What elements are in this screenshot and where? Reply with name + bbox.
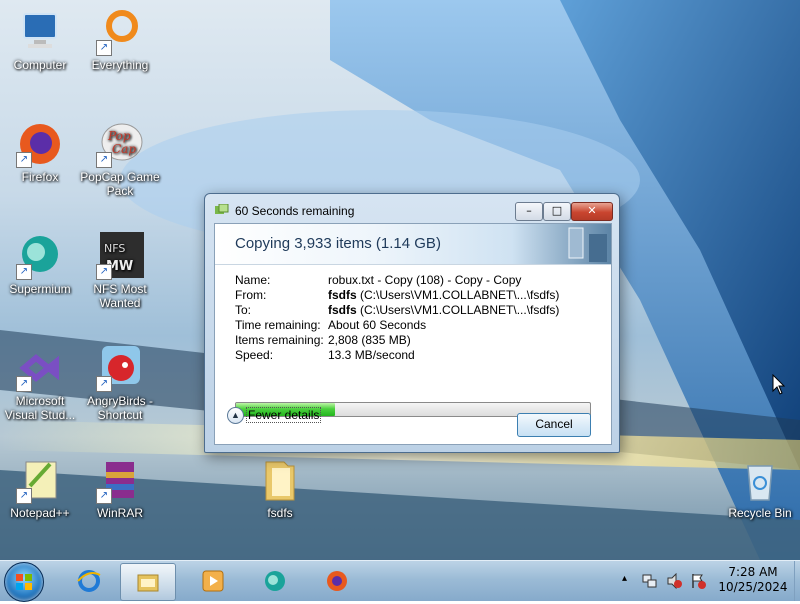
taskbar-firefox[interactable] bbox=[310, 563, 364, 599]
desktop-icon-everything[interactable]: ↗ Everything bbox=[80, 8, 160, 72]
supermium-icon: ↗ bbox=[16, 232, 64, 280]
clock-date: 10/25/2024 bbox=[718, 580, 788, 594]
minimize-button[interactable]: – bbox=[515, 202, 543, 221]
folder-icon bbox=[256, 456, 304, 504]
taskbar-supermium[interactable] bbox=[248, 563, 302, 599]
firefox-icon: ↗ bbox=[16, 120, 64, 168]
computer-icon bbox=[16, 8, 64, 56]
popcap-icon: Pop Cap ↗ bbox=[96, 120, 144, 168]
winrar-icon: ↗ bbox=[96, 456, 144, 504]
desktop-icon-visual-studio[interactable]: ↗ Microsoft Visual Stud... bbox=[0, 344, 80, 422]
shortcut-arrow-icon: ↗ bbox=[16, 376, 32, 392]
internet-explorer-icon bbox=[77, 570, 101, 592]
desktop-icon-notepadpp[interactable]: ↗ Notepad++ bbox=[0, 456, 80, 520]
taskbar-media-player[interactable] bbox=[186, 563, 240, 599]
visual-studio-icon: ↗ bbox=[16, 344, 64, 392]
desktop-icon-firefox[interactable]: ↗ Firefox bbox=[0, 120, 80, 184]
fewer-details-label: Fewer details bbox=[246, 407, 322, 423]
detail-row-name: Name: robux.txt - Copy (108) - Copy - Cop… bbox=[235, 273, 522, 287]
volume-muted-icon[interactable] bbox=[666, 573, 682, 589]
dialog-header: Copying 3,933 items (1.14 GB) bbox=[215, 224, 611, 265]
cancel-button[interactable]: Cancel bbox=[517, 413, 591, 437]
shortcut-arrow-icon: ↗ bbox=[96, 264, 112, 280]
nfs-icon: NFS MW ↗ bbox=[96, 232, 144, 280]
show-desktop-button[interactable] bbox=[794, 561, 800, 601]
desktop-icon-angry-birds[interactable]: ↗ AngryBirds - Shortcut bbox=[80, 344, 160, 422]
shortcut-arrow-icon: ↗ bbox=[96, 40, 112, 56]
shortcut-arrow-icon: ↗ bbox=[96, 152, 112, 168]
svg-text:NFS: NFS bbox=[104, 242, 125, 255]
dialog-titlebar[interactable]: 60 Seconds remaining – □ ✕ bbox=[205, 194, 619, 224]
desktop-icon-winrar[interactable]: ↗ WinRAR bbox=[80, 456, 160, 520]
mouse-cursor-icon bbox=[772, 374, 786, 395]
detail-row-items: Items remaining: 2,808 (835 MB) bbox=[235, 333, 411, 347]
detail-row-from: From: fsdfs (C:\Users\VM1.COLLABNET\...\f… bbox=[235, 288, 560, 302]
action-center-icon[interactable] bbox=[690, 573, 706, 589]
detail-row-speed: Speed: 13.3 MB/second bbox=[235, 348, 415, 362]
taskbar-internet-explorer[interactable] bbox=[62, 563, 116, 599]
firefox-icon bbox=[327, 571, 347, 591]
taskbar-file-explorer[interactable] bbox=[120, 563, 176, 601]
supermium-icon bbox=[265, 571, 285, 591]
svg-text:Cap: Cap bbox=[112, 142, 136, 156]
from-folder-link[interactable]: fsdfs bbox=[328, 288, 357, 302]
clock-time: 7:28 AM bbox=[728, 565, 778, 579]
everything-icon: ↗ bbox=[96, 8, 144, 56]
media-player-icon bbox=[202, 570, 224, 592]
taskbar: ▴ 7:28 AM 10/25/2024 bbox=[0, 560, 800, 602]
copy-files-icon bbox=[215, 204, 229, 214]
start-button[interactable] bbox=[4, 562, 44, 602]
svg-text:Pop: Pop bbox=[107, 129, 131, 143]
to-folder-link[interactable]: fsdfs bbox=[328, 303, 357, 317]
file-explorer-icon bbox=[137, 574, 159, 592]
shortcut-arrow-icon: ↗ bbox=[16, 152, 32, 168]
windows-logo-icon bbox=[16, 574, 32, 590]
shortcut-arrow-icon: ↗ bbox=[16, 488, 32, 504]
chevron-up-icon: ▲ bbox=[227, 407, 244, 425]
desktop-icon-computer[interactable]: Computer bbox=[0, 8, 80, 72]
notepadpp-icon: ↗ bbox=[16, 456, 64, 504]
desktop-icon-popcap[interactable]: Pop Cap ↗ PopCap Game Pack bbox=[80, 120, 160, 198]
dialog-title: 60 Seconds remaining bbox=[235, 204, 355, 218]
copy-details: Name: robux.txt - Copy (108) - Copy - Cop… bbox=[235, 273, 559, 363]
network-icon[interactable] bbox=[642, 573, 658, 589]
show-hidden-icons-button[interactable]: ▴ bbox=[622, 573, 627, 584]
desktop-icon-fsdfs-folder[interactable]: fsdfs bbox=[240, 456, 320, 520]
desktop-icon-recycle-bin[interactable]: Recycle Bin bbox=[720, 456, 800, 520]
detail-row-to: To: fsdfs (C:\Users\VM1.COLLABNET\...\fsd… bbox=[235, 303, 560, 317]
close-button[interactable]: ✕ bbox=[571, 202, 613, 221]
clock[interactable]: 7:28 AM 10/25/2024 bbox=[712, 565, 794, 595]
shortcut-arrow-icon: ↗ bbox=[96, 376, 112, 392]
copy-heading: Copying 3,933 items (1.14 GB) bbox=[235, 235, 441, 252]
detail-row-time: Time remaining: About 60 Seconds bbox=[235, 318, 427, 332]
header-decoration-icon bbox=[568, 227, 607, 262]
maximize-button[interactable]: □ bbox=[543, 202, 571, 221]
copy-progress-dialog: 60 Seconds remaining – □ ✕ Copying 3,933… bbox=[204, 193, 620, 453]
angry-birds-icon: ↗ bbox=[96, 344, 144, 392]
desktop-icon-nfs[interactable]: NFS MW ↗ NFS Most Wanted bbox=[80, 232, 160, 310]
fewer-details-toggle[interactable]: ▲ Fewer details bbox=[227, 405, 322, 425]
desktop-icon-supermium[interactable]: ↗ Supermium bbox=[0, 232, 80, 296]
shortcut-arrow-icon: ↗ bbox=[96, 488, 112, 504]
recycle-bin-icon bbox=[736, 456, 784, 504]
shortcut-arrow-icon: ↗ bbox=[16, 264, 32, 280]
